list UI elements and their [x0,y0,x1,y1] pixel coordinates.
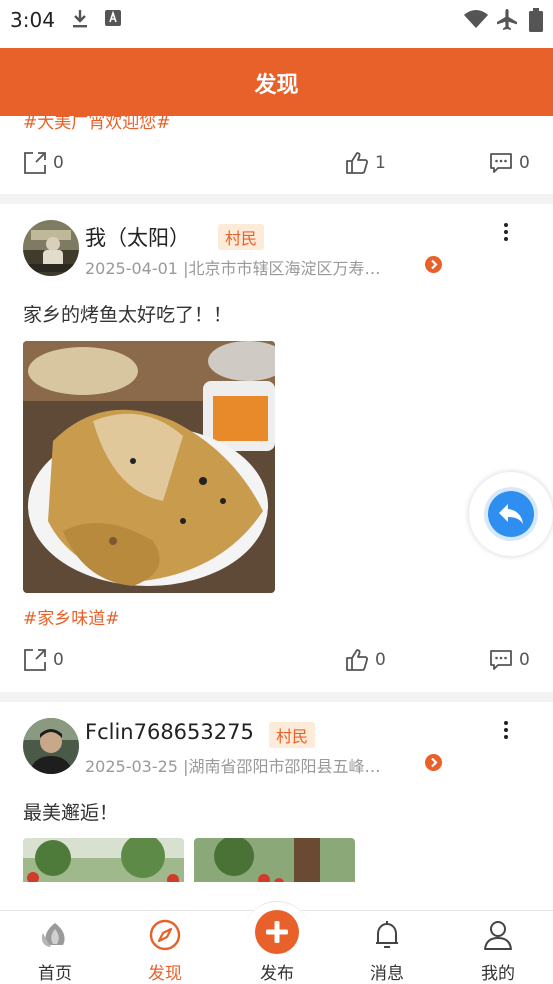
thumbs-up-icon [346,649,368,671]
more-options-icon[interactable] [501,223,511,245]
like-count: 1 [375,153,386,173]
post-divider [0,692,553,702]
user-role-badge: 村民 [269,722,316,748]
chevron-right-icon [431,259,438,270]
post-image[interactable] [23,341,275,593]
tree-photo [194,838,355,882]
share-icon [24,152,46,174]
share-button[interactable]: 0 [23,645,64,675]
post-content[interactable]: 最美邂逅！ [23,798,118,825]
avatar[interactable] [23,718,79,774]
comment-count: 0 [519,153,530,173]
like-button[interactable]: 0 [345,645,386,675]
comment-icon [490,153,512,173]
tab-label: 消息 [370,964,404,984]
like-count: 0 [375,650,386,670]
avatar-photo [23,220,79,276]
compass-icon [149,919,181,951]
home-icon [41,923,65,947]
tab-label: 我的 [481,964,515,984]
comment-icon [490,650,512,670]
tab-label: 首页 [38,964,72,984]
download-icon [73,10,87,28]
tab-profile[interactable]: 我的 [443,911,553,984]
post-hashtag[interactable]: #大美广宵欢迎您# [23,116,171,133]
battery-icon [529,8,543,32]
grilled-fish-photo [23,341,275,593]
tab-discover[interactable]: 发现 [110,911,220,984]
tab-publish[interactable]: 发布 [222,901,332,984]
tab-label: 发现 [148,964,182,984]
post-hashtag[interactable]: #家乡味道# [23,604,120,629]
header-bar: 发现 [0,48,553,116]
status-bar: 3:04 [0,0,553,46]
post-divider [0,194,553,204]
username[interactable]: 我（太阳） [85,222,190,252]
reply-arrow-icon [499,504,523,524]
post-image[interactable] [23,838,184,882]
avatar[interactable] [23,220,79,276]
page-title: 发现 [254,73,299,98]
share-count: 0 [53,650,64,670]
location-arrow-button[interactable] [425,256,442,273]
share-button[interactable]: 0 [23,148,64,178]
post-actions: 0 0 0 [0,645,553,675]
username[interactable]: Fclin768653275 [85,720,254,744]
comment-count: 0 [519,650,530,670]
app-notification-icon [105,10,121,26]
like-button[interactable]: 1 [345,148,386,178]
garden-photo [23,838,184,882]
tab-messages[interactable]: 消息 [332,911,442,984]
more-options-icon[interactable] [501,721,511,743]
post-feed[interactable]: #大美广宵欢迎您# 0 1 0 我（太阳） 村民 2025-04-01 |北京市… [0,116,553,882]
user-role-badge: 村民 [218,224,265,250]
status-time: 3:04 [10,8,55,32]
thumbs-up-icon [346,152,368,174]
wifi-icon [464,10,488,28]
floating-back-button[interactable] [469,472,553,556]
comment-button[interactable]: 0 [489,645,530,675]
comment-button[interactable]: 0 [489,148,530,178]
share-icon [24,649,46,671]
post-image[interactable] [194,838,355,882]
post-meta: 2025-04-01 |北京市市辖区海淀区万寿… [85,259,381,278]
airplane-mode-icon [497,9,517,30]
location-arrow-button[interactable] [425,754,442,771]
plus-icon [255,910,299,954]
bell-icon [376,921,398,948]
share-count: 0 [53,153,64,173]
post-actions: 0 1 0 [0,148,553,178]
avatar-photo [23,718,79,774]
tab-label: 发布 [260,964,294,984]
post-content[interactable]: 家乡的烤鱼太好吃了！！ [23,300,232,327]
chevron-right-icon [431,757,438,768]
post-meta: 2025-03-25 |湖南省邵阳市邵阳县五峰… [85,757,381,776]
person-icon [484,921,512,950]
tab-home[interactable]: 首页 [0,911,110,984]
bottom-tab-bar: 首页 发现 发布 消息 我的 [0,901,553,984]
